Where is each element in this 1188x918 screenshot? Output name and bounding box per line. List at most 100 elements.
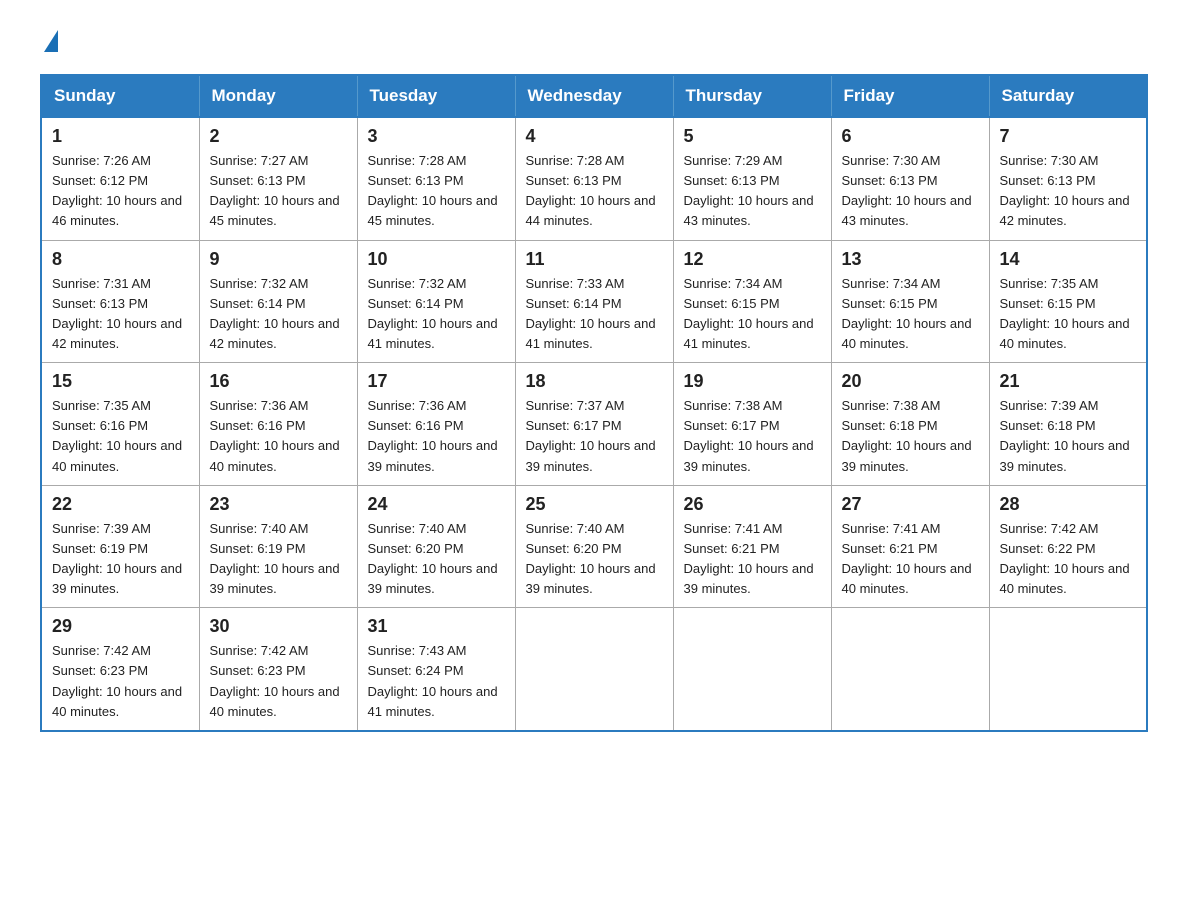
calendar-week-row: 15 Sunrise: 7:35 AM Sunset: 6:16 PM Dayl…	[41, 363, 1147, 486]
logo	[40, 30, 60, 54]
day-number: 29	[52, 616, 189, 637]
day-number: 23	[210, 494, 347, 515]
day-number: 12	[684, 249, 821, 270]
day-info: Sunrise: 7:33 AM Sunset: 6:14 PM Dayligh…	[526, 274, 663, 355]
day-info: Sunrise: 7:43 AM Sunset: 6:24 PM Dayligh…	[368, 641, 505, 722]
calendar-day-cell: 27 Sunrise: 7:41 AM Sunset: 6:21 PM Dayl…	[831, 485, 989, 608]
calendar-day-cell: 31 Sunrise: 7:43 AM Sunset: 6:24 PM Dayl…	[357, 608, 515, 731]
day-number: 2	[210, 126, 347, 147]
day-number: 9	[210, 249, 347, 270]
day-info: Sunrise: 7:39 AM Sunset: 6:18 PM Dayligh…	[1000, 396, 1137, 477]
weekday-header-thursday: Thursday	[673, 75, 831, 117]
calendar-day-cell: 16 Sunrise: 7:36 AM Sunset: 6:16 PM Dayl…	[199, 363, 357, 486]
weekday-header-wednesday: Wednesday	[515, 75, 673, 117]
calendar-week-row: 8 Sunrise: 7:31 AM Sunset: 6:13 PM Dayli…	[41, 240, 1147, 363]
calendar-day-cell: 30 Sunrise: 7:42 AM Sunset: 6:23 PM Dayl…	[199, 608, 357, 731]
calendar-day-cell: 25 Sunrise: 7:40 AM Sunset: 6:20 PM Dayl…	[515, 485, 673, 608]
day-info: Sunrise: 7:39 AM Sunset: 6:19 PM Dayligh…	[52, 519, 189, 600]
calendar-day-cell: 21 Sunrise: 7:39 AM Sunset: 6:18 PM Dayl…	[989, 363, 1147, 486]
day-info: Sunrise: 7:42 AM Sunset: 6:23 PM Dayligh…	[210, 641, 347, 722]
day-info: Sunrise: 7:35 AM Sunset: 6:15 PM Dayligh…	[1000, 274, 1137, 355]
day-info: Sunrise: 7:41 AM Sunset: 6:21 PM Dayligh…	[842, 519, 979, 600]
day-number: 18	[526, 371, 663, 392]
calendar-day-cell: 8 Sunrise: 7:31 AM Sunset: 6:13 PM Dayli…	[41, 240, 199, 363]
day-info: Sunrise: 7:35 AM Sunset: 6:16 PM Dayligh…	[52, 396, 189, 477]
day-number: 1	[52, 126, 189, 147]
calendar-day-cell: 1 Sunrise: 7:26 AM Sunset: 6:12 PM Dayli…	[41, 117, 199, 240]
calendar-day-cell: 22 Sunrise: 7:39 AM Sunset: 6:19 PM Dayl…	[41, 485, 199, 608]
calendar-day-cell: 5 Sunrise: 7:29 AM Sunset: 6:13 PM Dayli…	[673, 117, 831, 240]
weekday-header-sunday: Sunday	[41, 75, 199, 117]
calendar-day-cell: 18 Sunrise: 7:37 AM Sunset: 6:17 PM Dayl…	[515, 363, 673, 486]
day-number: 21	[1000, 371, 1137, 392]
weekday-header-tuesday: Tuesday	[357, 75, 515, 117]
day-info: Sunrise: 7:36 AM Sunset: 6:16 PM Dayligh…	[210, 396, 347, 477]
day-info: Sunrise: 7:31 AM Sunset: 6:13 PM Dayligh…	[52, 274, 189, 355]
calendar-day-cell: 28 Sunrise: 7:42 AM Sunset: 6:22 PM Dayl…	[989, 485, 1147, 608]
day-number: 14	[1000, 249, 1137, 270]
day-number: 6	[842, 126, 979, 147]
calendar-day-cell: 11 Sunrise: 7:33 AM Sunset: 6:14 PM Dayl…	[515, 240, 673, 363]
calendar-week-row: 29 Sunrise: 7:42 AM Sunset: 6:23 PM Dayl…	[41, 608, 1147, 731]
day-number: 26	[684, 494, 821, 515]
calendar-day-cell: 26 Sunrise: 7:41 AM Sunset: 6:21 PM Dayl…	[673, 485, 831, 608]
day-info: Sunrise: 7:42 AM Sunset: 6:23 PM Dayligh…	[52, 641, 189, 722]
calendar-day-cell	[515, 608, 673, 731]
day-number: 30	[210, 616, 347, 637]
day-number: 16	[210, 371, 347, 392]
day-number: 11	[526, 249, 663, 270]
calendar-day-cell: 15 Sunrise: 7:35 AM Sunset: 6:16 PM Dayl…	[41, 363, 199, 486]
day-info: Sunrise: 7:40 AM Sunset: 6:20 PM Dayligh…	[526, 519, 663, 600]
day-info: Sunrise: 7:30 AM Sunset: 6:13 PM Dayligh…	[1000, 151, 1137, 232]
calendar-week-row: 22 Sunrise: 7:39 AM Sunset: 6:19 PM Dayl…	[41, 485, 1147, 608]
calendar-day-cell: 14 Sunrise: 7:35 AM Sunset: 6:15 PM Dayl…	[989, 240, 1147, 363]
day-info: Sunrise: 7:38 AM Sunset: 6:18 PM Dayligh…	[842, 396, 979, 477]
day-number: 10	[368, 249, 505, 270]
day-info: Sunrise: 7:41 AM Sunset: 6:21 PM Dayligh…	[684, 519, 821, 600]
day-info: Sunrise: 7:40 AM Sunset: 6:20 PM Dayligh…	[368, 519, 505, 600]
calendar-day-cell	[831, 608, 989, 731]
calendar-week-row: 1 Sunrise: 7:26 AM Sunset: 6:12 PM Dayli…	[41, 117, 1147, 240]
day-info: Sunrise: 7:40 AM Sunset: 6:19 PM Dayligh…	[210, 519, 347, 600]
calendar-day-cell: 6 Sunrise: 7:30 AM Sunset: 6:13 PM Dayli…	[831, 117, 989, 240]
day-info: Sunrise: 7:32 AM Sunset: 6:14 PM Dayligh…	[368, 274, 505, 355]
calendar-day-cell: 24 Sunrise: 7:40 AM Sunset: 6:20 PM Dayl…	[357, 485, 515, 608]
day-number: 15	[52, 371, 189, 392]
calendar-day-cell: 20 Sunrise: 7:38 AM Sunset: 6:18 PM Dayl…	[831, 363, 989, 486]
calendar-day-cell: 10 Sunrise: 7:32 AM Sunset: 6:14 PM Dayl…	[357, 240, 515, 363]
calendar-day-cell: 7 Sunrise: 7:30 AM Sunset: 6:13 PM Dayli…	[989, 117, 1147, 240]
day-number: 25	[526, 494, 663, 515]
weekday-header-monday: Monday	[199, 75, 357, 117]
day-info: Sunrise: 7:29 AM Sunset: 6:13 PM Dayligh…	[684, 151, 821, 232]
calendar-day-cell: 4 Sunrise: 7:28 AM Sunset: 6:13 PM Dayli…	[515, 117, 673, 240]
day-number: 7	[1000, 126, 1137, 147]
day-number: 28	[1000, 494, 1137, 515]
logo-triangle-icon	[44, 30, 58, 52]
day-info: Sunrise: 7:37 AM Sunset: 6:17 PM Dayligh…	[526, 396, 663, 477]
calendar-day-cell: 19 Sunrise: 7:38 AM Sunset: 6:17 PM Dayl…	[673, 363, 831, 486]
day-info: Sunrise: 7:30 AM Sunset: 6:13 PM Dayligh…	[842, 151, 979, 232]
day-number: 17	[368, 371, 505, 392]
day-number: 22	[52, 494, 189, 515]
day-number: 5	[684, 126, 821, 147]
day-number: 20	[842, 371, 979, 392]
calendar-day-cell: 9 Sunrise: 7:32 AM Sunset: 6:14 PM Dayli…	[199, 240, 357, 363]
day-info: Sunrise: 7:34 AM Sunset: 6:15 PM Dayligh…	[684, 274, 821, 355]
weekday-header-saturday: Saturday	[989, 75, 1147, 117]
calendar-table: SundayMondayTuesdayWednesdayThursdayFrid…	[40, 74, 1148, 732]
day-info: Sunrise: 7:36 AM Sunset: 6:16 PM Dayligh…	[368, 396, 505, 477]
calendar-day-cell	[989, 608, 1147, 731]
day-info: Sunrise: 7:27 AM Sunset: 6:13 PM Dayligh…	[210, 151, 347, 232]
calendar-day-cell: 17 Sunrise: 7:36 AM Sunset: 6:16 PM Dayl…	[357, 363, 515, 486]
day-number: 8	[52, 249, 189, 270]
day-number: 27	[842, 494, 979, 515]
calendar-day-cell: 3 Sunrise: 7:28 AM Sunset: 6:13 PM Dayli…	[357, 117, 515, 240]
day-info: Sunrise: 7:38 AM Sunset: 6:17 PM Dayligh…	[684, 396, 821, 477]
weekday-header-friday: Friday	[831, 75, 989, 117]
page-header	[40, 30, 1148, 54]
calendar-day-cell: 12 Sunrise: 7:34 AM Sunset: 6:15 PM Dayl…	[673, 240, 831, 363]
day-info: Sunrise: 7:28 AM Sunset: 6:13 PM Dayligh…	[368, 151, 505, 232]
calendar-day-cell: 13 Sunrise: 7:34 AM Sunset: 6:15 PM Dayl…	[831, 240, 989, 363]
day-info: Sunrise: 7:34 AM Sunset: 6:15 PM Dayligh…	[842, 274, 979, 355]
calendar-day-cell	[673, 608, 831, 731]
